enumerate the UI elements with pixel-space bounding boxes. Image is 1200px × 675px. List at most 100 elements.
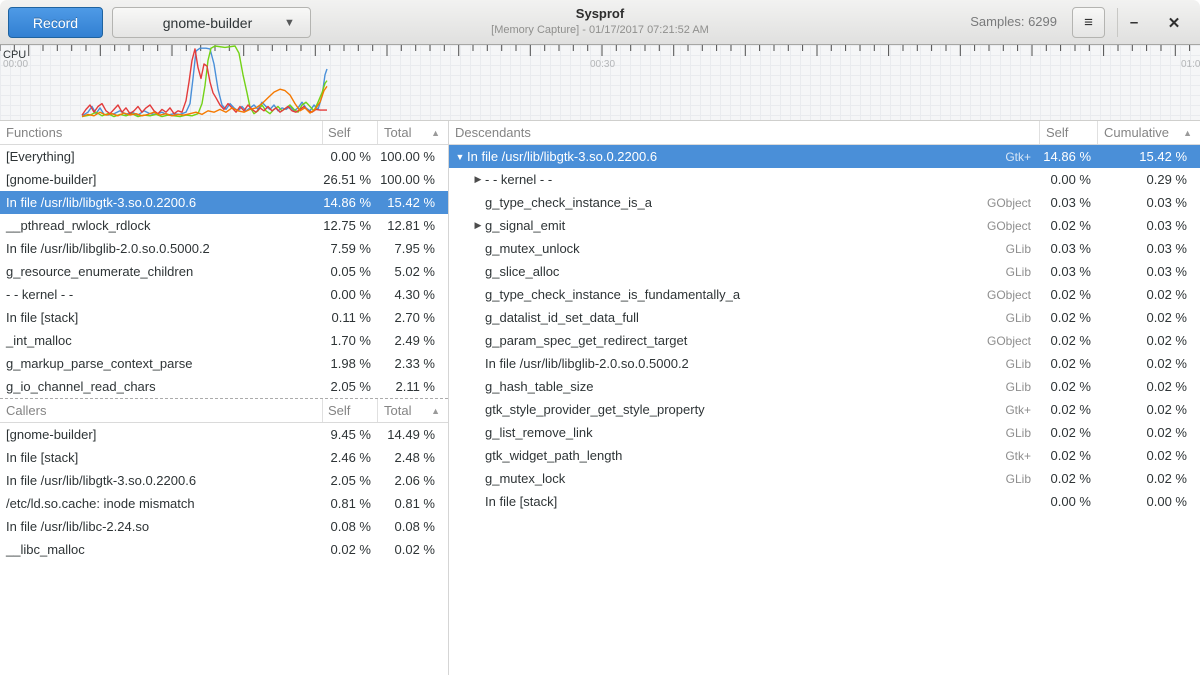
cpu-graph-canvas: CPU00:0000:3001:00 <box>0 45 1200 121</box>
cell-total: 14.49 % <box>378 427 448 442</box>
cell-self: 0.02 % <box>1040 379 1098 394</box>
callers-column-header[interactable]: Callers <box>0 399 323 422</box>
descendant-row[interactable]: g_mutex_lockGLib0.02 %0.02 % <box>449 467 1200 490</box>
function-row[interactable]: g_resource_enumerate_children0.05 %5.02 … <box>0 260 448 283</box>
minimize-button[interactable]: – <box>1114 0 1154 45</box>
function-row[interactable]: g_io_channel_read_chars2.05 %2.11 % <box>0 375 448 398</box>
cell-label: gtk_style_provider_get_style_property <box>484 402 1005 417</box>
total-column-header[interactable]: Total ▲ <box>378 399 448 422</box>
cell-cum: 0.02 % <box>1098 425 1200 440</box>
cell-self: 9.45 % <box>323 427 378 442</box>
cell-tag: Gtk+ <box>1005 150 1031 164</box>
descendant-row[interactable]: In file [stack]0.00 %0.00 % <box>449 490 1200 513</box>
function-row[interactable]: _int_malloc1.70 %2.49 % <box>0 329 448 352</box>
left-pane-filler <box>0 561 448 675</box>
function-row[interactable]: - - kernel - -0.00 %4.30 % <box>0 283 448 306</box>
svg-text:00:30: 00:30 <box>590 59 615 70</box>
minimize-icon: – <box>1130 14 1138 31</box>
total-column-header[interactable]: Total ▲ <box>378 121 448 144</box>
self-column-header[interactable]: Self <box>323 121 378 144</box>
cell-total: 7.95 % <box>378 241 448 256</box>
cell-label: In file /usr/lib/libgtk-3.so.0.2200.6 <box>0 195 323 210</box>
main-panes: Functions Self Total ▲ [Everything]0.00 … <box>0 121 1200 675</box>
caller-row[interactable]: In file /usr/lib/libc-2.24.so0.08 %0.08 … <box>0 515 448 538</box>
cell-label: In file /usr/lib/libglib-2.0.so.0.5000.2 <box>484 356 1006 371</box>
cell-label: - - kernel - - <box>484 172 1031 187</box>
cell-label: gtk_widget_path_length <box>484 448 1005 463</box>
cell-self: 0.00 % <box>323 287 378 302</box>
function-row[interactable]: [Everything]0.00 %100.00 % <box>0 145 448 168</box>
caller-row[interactable]: [gnome-builder]9.45 %14.49 % <box>0 423 448 446</box>
cell-total: 5.02 % <box>378 264 448 279</box>
headerbar: Record gnome-builder ▼ Sysprof [Memory C… <box>0 0 1200 45</box>
caller-row[interactable]: /etc/ld.so.cache: inode mismatch0.81 %0.… <box>0 492 448 515</box>
descendant-row[interactable]: gtk_style_provider_get_style_propertyGtk… <box>449 398 1200 421</box>
cell-tag: Gtk+ <box>1005 449 1031 463</box>
cell-label: g_hash_table_size <box>484 379 1006 394</box>
function-row[interactable]: In file /usr/lib/libgtk-3.so.0.2200.614.… <box>0 191 448 214</box>
descendant-row[interactable]: ▶g_signal_emitGObject0.02 %0.03 % <box>449 214 1200 237</box>
descendant-row[interactable]: In file /usr/lib/libglib-2.0.so.0.5000.2… <box>449 352 1200 375</box>
function-row[interactable]: In file [stack]0.11 %2.70 % <box>0 306 448 329</box>
cell-label: In file /usr/lib/libglib-2.0.so.0.5000.2 <box>0 241 323 256</box>
cumulative-column-header[interactable]: Cumulative ▲ <box>1098 121 1200 144</box>
record-button[interactable]: Record <box>8 7 103 38</box>
function-row[interactable]: [gnome-builder]26.51 %100.00 % <box>0 168 448 191</box>
cell-label: g_type_check_instance_is_fundamentally_a <box>484 287 987 302</box>
cell-self: 7.59 % <box>323 241 378 256</box>
cell-cum: 0.29 % <box>1098 172 1200 187</box>
cell-self: 26.51 % <box>323 172 378 187</box>
cell-cum: 0.02 % <box>1098 471 1200 486</box>
cell-self: 0.00 % <box>1040 172 1098 187</box>
expander-icon[interactable]: ▼ <box>449 152 466 162</box>
cell-self: 2.46 % <box>323 450 378 465</box>
cpu-timeline-graph[interactable]: CPU00:0000:3001:00 <box>0 45 1200 121</box>
close-button[interactable]: ✕ <box>1154 0 1194 45</box>
cell-cum: 0.02 % <box>1098 448 1200 463</box>
cell-self: 0.02 % <box>1040 448 1098 463</box>
functions-column-header[interactable]: Functions <box>0 121 323 144</box>
descendant-row[interactable]: ▶- - kernel - - 0.00 %0.29 % <box>449 168 1200 191</box>
callers-table-body: [gnome-builder]9.45 %14.49 %In file [sta… <box>0 423 448 561</box>
cell-self: 0.02 % <box>1040 287 1098 302</box>
cell-label: [Everything] <box>0 149 323 164</box>
target-process-select[interactable]: gnome-builder ▼ <box>112 7 311 38</box>
self-column-header[interactable]: Self <box>323 399 378 422</box>
expander-icon[interactable]: ▶ <box>467 174 484 185</box>
function-row[interactable]: g_markup_parse_context_parse1.98 %2.33 % <box>0 352 448 375</box>
caller-row[interactable]: In file [stack]2.46 %2.48 % <box>0 446 448 469</box>
descendant-row[interactable]: g_hash_table_sizeGLib0.02 %0.02 % <box>449 375 1200 398</box>
cell-label: g_param_spec_get_redirect_target <box>484 333 987 348</box>
cell-label: __libc_malloc <box>0 542 323 557</box>
cell-total: 0.08 % <box>378 519 448 534</box>
descendant-row[interactable]: g_mutex_unlockGLib0.03 %0.03 % <box>449 237 1200 260</box>
cell-self: 0.05 % <box>323 264 378 279</box>
right-pane-filler <box>449 513 1200 675</box>
caller-row[interactable]: __libc_malloc0.02 %0.02 % <box>0 538 448 561</box>
expander-icon[interactable]: ▶ <box>467 220 484 231</box>
descendant-row[interactable]: g_slice_allocGLib0.03 %0.03 % <box>449 260 1200 283</box>
descendant-row[interactable]: g_type_check_instance_is_aGObject0.03 %0… <box>449 191 1200 214</box>
cell-cum: 0.02 % <box>1098 287 1200 302</box>
descendant-row[interactable]: gtk_widget_path_lengthGtk+ 0.02 %0.02 % <box>449 444 1200 467</box>
menu-button[interactable]: ≡ <box>1072 7 1105 38</box>
descendant-row[interactable]: ▼In file /usr/lib/libgtk-3.so.0.2200.6Gt… <box>449 145 1200 168</box>
cell-self: 0.02 % <box>1040 402 1098 417</box>
function-row[interactable]: __pthread_rwlock_rdlock12.75 %12.81 % <box>0 214 448 237</box>
cell-total: 2.33 % <box>378 356 448 371</box>
descendant-row[interactable]: g_type_check_instance_is_fundamentally_a… <box>449 283 1200 306</box>
self-column-header[interactable]: Self <box>1040 121 1098 144</box>
samples-count: Samples: 6299 <box>970 14 1057 29</box>
cell-cum: 0.02 % <box>1098 379 1200 394</box>
descendant-row[interactable]: g_datalist_id_set_data_fullGLib0.02 %0.0… <box>449 306 1200 329</box>
caller-row[interactable]: In file /usr/lib/libgtk-3.so.0.2200.62.0… <box>0 469 448 492</box>
cell-label: In file [stack] <box>0 310 323 325</box>
function-row[interactable]: In file /usr/lib/libglib-2.0.so.0.5000.2… <box>0 237 448 260</box>
descendant-row[interactable]: g_param_spec_get_redirect_targetGObject0… <box>449 329 1200 352</box>
cell-cum: 0.02 % <box>1098 333 1200 348</box>
cell-self: 0.11 % <box>323 310 378 325</box>
descendant-row[interactable]: g_list_remove_linkGLib0.02 %0.02 % <box>449 421 1200 444</box>
chevron-down-icon: ▼ <box>284 17 310 29</box>
descendants-column-header[interactable]: Descendants <box>449 121 1040 144</box>
cell-label: - - kernel - - <box>0 287 323 302</box>
